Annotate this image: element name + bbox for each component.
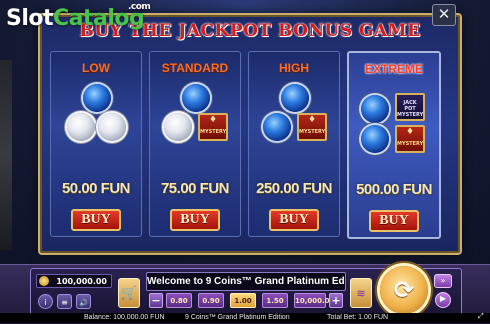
bet-option[interactable]: 0.80 — [166, 293, 192, 308]
close-button[interactable]: ✕ — [432, 4, 456, 26]
bet-option[interactable]: 1.50 — [262, 293, 288, 308]
mystery-symbol-icon: ♦ — [307, 115, 317, 125]
autoplay-button[interactable]: ≋ — [350, 278, 372, 308]
slotcatalog-logo: SlotCatalog .com — [6, 2, 151, 31]
speaker-icon: 🔊 — [79, 299, 88, 307]
option-price: 50.00 FUN — [61, 180, 131, 197]
logo-dotcom: .com — [128, 2, 151, 12]
option-price: 75.00 FUN — [160, 180, 230, 197]
mystery-label: MYSTERY — [299, 129, 326, 135]
cart-icon: 🛒 — [120, 286, 138, 301]
buy-button-high[interactable]: BUY — [269, 209, 319, 231]
buy-feature-button[interactable]: 🛒 — [118, 278, 140, 308]
mystery-coin-icon: ♦ MYSTERY — [297, 113, 327, 141]
buy-button-extreme[interactable]: BUY — [369, 210, 419, 232]
option-name: STANDARD — [161, 61, 229, 75]
blue-coin-icon — [263, 113, 291, 141]
spin-button[interactable]: ⟳ — [380, 266, 428, 314]
bet-option[interactable]: 10,000.00 — [294, 293, 334, 308]
silver-coin-icon — [98, 113, 126, 141]
mystery-label: MYSTERY — [397, 141, 424, 147]
option-card-standard: STANDARD ♦ MYSTERY 75.00 FUN BUY — [149, 51, 241, 237]
coin-icon — [39, 276, 49, 286]
info-button[interactable]: i — [38, 294, 53, 309]
mystery-symbol-icon: ♦ — [405, 127, 415, 137]
mystery-symbol-icon: ♦ — [208, 115, 218, 125]
blue-coin-icon — [361, 125, 389, 153]
fullscreen-icon[interactable]: ⤢ — [478, 312, 488, 322]
play-button[interactable]: ▶ — [435, 292, 451, 308]
mystery-coin-icon: ♦ MYSTERY — [395, 125, 425, 153]
bonus-buy-dialog: BUY THE JACKPOT BONUS GAME LOW 50.00 FUN… — [38, 13, 462, 255]
sound-button[interactable]: 🔊 — [76, 294, 91, 309]
menu-button[interactable]: ≡ — [57, 294, 72, 309]
option-card-high: HIGH ♦ MYSTERY 250.00 FUN BUY — [248, 51, 340, 237]
game-name-text: 9 Coins™ Grand Platinum Edition — [185, 314, 290, 321]
option-name: EXTREME — [364, 62, 423, 76]
logo-part-1: Slot — [6, 6, 54, 31]
jackpot-mystery-coin-icon: JACK POT MYSTERY — [395, 93, 425, 121]
total-bet-text: Total Bet: 1.00 FUN — [327, 314, 389, 321]
background-reel-strip — [0, 60, 12, 250]
autoplay-icon: ≋ — [356, 287, 366, 300]
play-icon: ▶ — [439, 294, 447, 303]
option-card-extreme: EXTREME JACK POT MYSTERY ♦ MYSTERY 500.0… — [347, 51, 441, 239]
blue-coin-icon — [83, 84, 111, 112]
option-card-low: LOW 50.00 FUN BUY — [50, 51, 142, 237]
spin-arrows-icon: ⟳ — [393, 276, 415, 304]
option-name: HIGH — [279, 61, 309, 75]
bet-option-selected[interactable]: 1.00 — [230, 293, 256, 308]
mystery-label: MYSTERY — [200, 129, 227, 135]
blue-coin-icon — [182, 84, 210, 112]
fast-forward-icon: » — [440, 276, 446, 285]
buy-button-standard[interactable]: BUY — [170, 209, 220, 231]
option-name: LOW — [82, 61, 110, 75]
blue-coin-icon — [361, 95, 389, 123]
buy-button-low[interactable]: BUY — [71, 209, 121, 231]
silver-coin-icon — [164, 113, 192, 141]
status-footer: Balance: 100,000.00 FUN 9 Coins™ Grand P… — [0, 313, 490, 323]
bet-minus-button[interactable]: − — [149, 293, 163, 308]
balance-text: Balance: 100,000.00 FUN — [84, 314, 165, 321]
jackpot-mystery-label: JACK POT MYSTERY — [397, 100, 424, 118]
silver-coin-icon — [67, 113, 95, 141]
blue-coin-icon — [281, 84, 309, 112]
message-display: Welcome to 9 Coins™ Grand Platinum Editi… — [146, 272, 346, 291]
turbo-button[interactable]: » — [434, 274, 452, 288]
bet-option[interactable]: 0.90 — [198, 293, 224, 308]
option-price: 250.00 FUN — [256, 180, 332, 197]
bet-plus-button[interactable]: + — [329, 293, 343, 308]
option-price: 500.00 FUN — [356, 181, 432, 198]
mystery-coin-icon: ♦ MYSTERY — [198, 113, 228, 141]
